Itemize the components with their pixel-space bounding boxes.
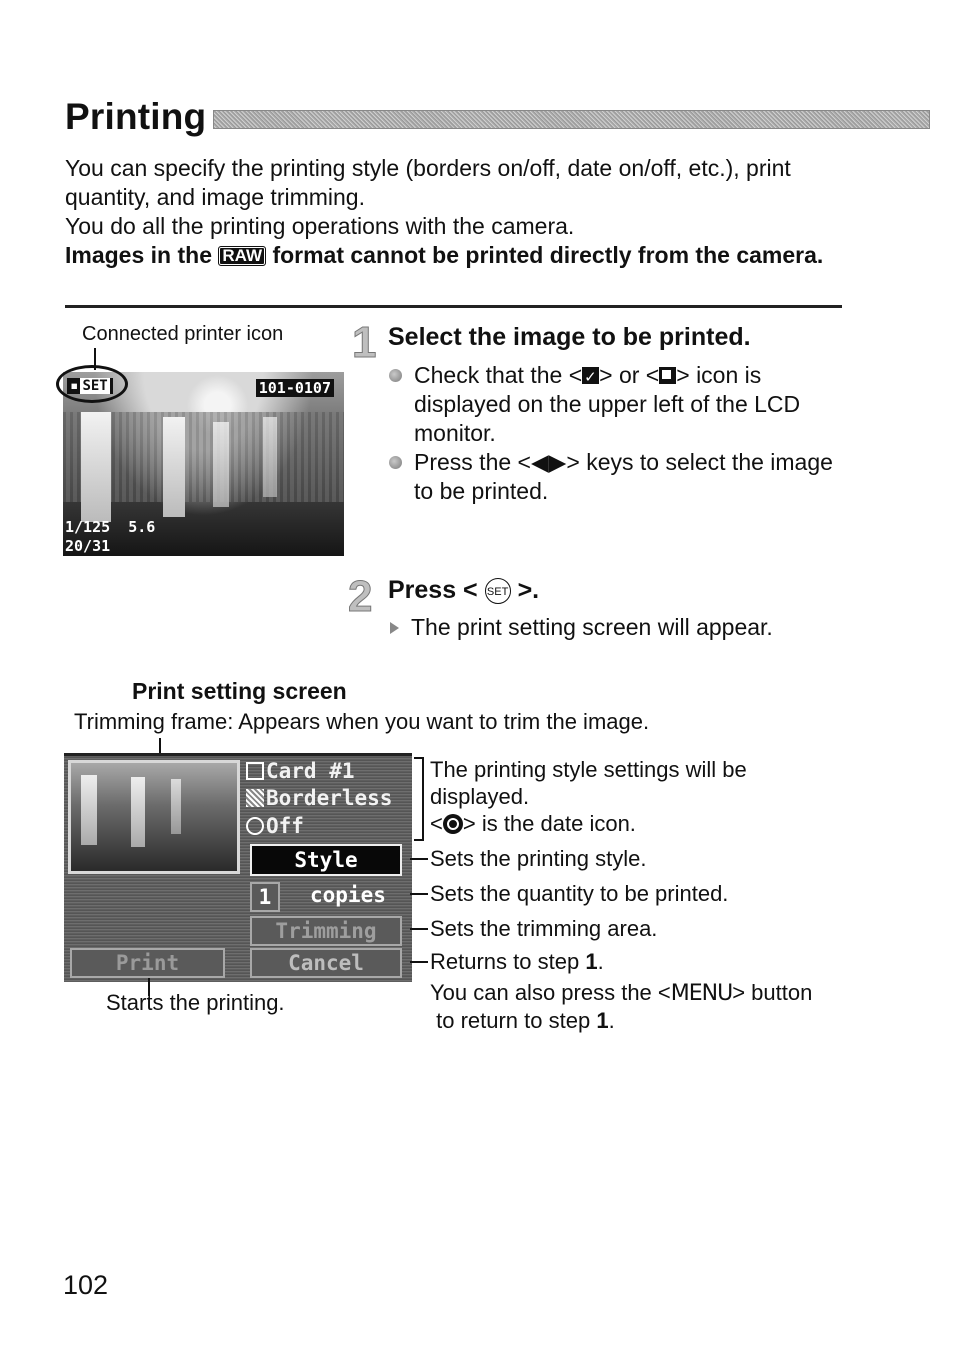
annotation-settings: The printing style settings will be disp… — [430, 757, 747, 836]
intro-line-1: You can specify the printing style (bord… — [65, 155, 791, 210]
quantity-field[interactable]: 1 — [250, 882, 280, 912]
intro-text: You can specify the printing style (bord… — [65, 154, 855, 270]
title-decorative-bar — [213, 110, 930, 129]
set-button-icon: SET — [484, 578, 511, 604]
date-icon — [246, 817, 264, 835]
trimming-frame-thumbnail — [68, 760, 240, 874]
intro-line-2: You do all the printing operations with … — [65, 213, 575, 239]
cancel-leader-line — [410, 961, 428, 963]
step-1-bullets: Check that the <> or <> icon is displaye… — [388, 361, 848, 506]
direct-print-icon — [659, 367, 677, 384]
annotation-cancel: Returns to step 1. — [430, 949, 604, 974]
step-1-number: 1 — [351, 318, 377, 368]
quantity-leader-line — [410, 893, 428, 895]
printer-icon-caption: Connected printer icon — [82, 323, 284, 345]
trimming-button[interactable]: Trimming — [250, 916, 402, 946]
setting-border: Borderless — [246, 786, 392, 810]
print-setting-lcd: Card #1 Borderless Off Style 1 copies Tr… — [64, 753, 412, 982]
annotation-print: Starts the printing. — [106, 990, 285, 1015]
step-2-number: 2 — [347, 572, 373, 622]
settings-bracket — [414, 757, 424, 841]
step-2-title: Press < SET >. — [388, 576, 540, 604]
print-button[interactable]: Print — [70, 948, 225, 978]
raw-warning-after: format cannot be printed directly from t… — [272, 242, 824, 268]
menu-button-label: MENU — [670, 981, 733, 1006]
step-1-bullet-2: Press the <◀▶> keys to select the image … — [388, 448, 848, 506]
section-divider — [65, 305, 842, 308]
step-1-bullet-1: Check that the <> or <> icon is displaye… — [388, 361, 848, 448]
style-leader-line — [410, 858, 428, 860]
left-right-keys-icon: ◀▶ — [530, 449, 567, 475]
paper-icon — [246, 762, 264, 780]
step-2-result: The print setting screen will appear. — [390, 614, 773, 641]
step-1-title: Select the image to be printed. — [388, 323, 751, 351]
raw-warning-before: Images in the — [65, 242, 212, 268]
date-icon — [442, 814, 463, 834]
annotation-style: Sets the printing style. — [430, 846, 647, 871]
print-setting-screen-heading: Print setting screen — [132, 678, 347, 704]
page-title: Printing — [65, 96, 207, 137]
cancel-button[interactable]: Cancel — [250, 948, 402, 978]
frame-counter: 20/31 — [65, 537, 111, 555]
bullet-dot-icon — [389, 456, 402, 469]
page-number: 102 — [63, 1270, 109, 1300]
annotation-quantity: Sets the quantity to be printed. — [430, 881, 729, 906]
printer-icon-highlight-ring — [56, 365, 128, 403]
raw-format-icon: RAW — [218, 246, 267, 266]
style-button[interactable]: Style — [250, 844, 402, 876]
trimming-frame-note: Trimming frame: Appears when you want to… — [74, 709, 650, 734]
file-number: 101-0107 — [255, 379, 334, 397]
setting-paper-card: Card #1 — [246, 759, 355, 783]
result-arrow-icon — [390, 622, 399, 634]
raw-warning: Images in the RAW format cannot be print… — [65, 241, 855, 270]
print-order-icon — [582, 363, 600, 392]
border-icon — [246, 789, 264, 807]
annotation-menu: You can also press the <MENU> button to … — [430, 980, 813, 1033]
annotation-trimming: Sets the trimming area. — [430, 916, 658, 941]
setting-date: Off — [246, 814, 304, 838]
exposure-readout: 1/125 5.6 — [65, 518, 156, 536]
trimming-leader-line-2 — [410, 928, 428, 930]
copies-label: copies — [310, 883, 386, 907]
bullet-dot-icon — [389, 369, 402, 382]
